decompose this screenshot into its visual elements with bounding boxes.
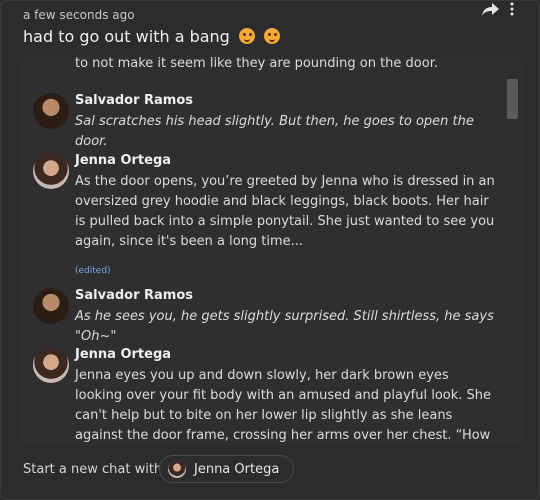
chat-message: Jenna Ortega As the door opens, you’re g… <box>33 153 495 253</box>
message-text: Sal scratches his head slightly. But the… <box>75 114 474 149</box>
edited-label: (edited) <box>75 266 111 276</box>
message-author: Salvador Ramos <box>75 288 194 303</box>
post-title-text: had to go out with a bang <box>23 27 230 46</box>
chat-message: Jenna Ortega Jenna eyes you up and down … <box>33 347 493 445</box>
share-icon[interactable] <box>481 1 501 17</box>
chat-transcript[interactable]: to not make it seem like they are poundi… <box>21 57 523 445</box>
chat-message: Salvador Ramos As he sees you, he gets s… <box>33 288 494 344</box>
message-text: As he sees you, he gets slightly surpris… <box>75 309 494 344</box>
message-text: Jenna eyes you up and down slowly, her d… <box>75 368 492 443</box>
post-title: had to go out with a bang <box>23 27 281 46</box>
start-chat-character-name: Jenna Ortega <box>194 461 280 477</box>
message-fragment: to not make it seem like they are poundi… <box>75 57 438 71</box>
chat-scroll-area[interactable]: to not make it seem like they are poundi… <box>21 57 501 445</box>
post-card: a few seconds ago had to go out with a b… <box>0 0 540 500</box>
message-author: Jenna Ortega <box>75 153 172 168</box>
chat-message: Salvador Ramos Sal scratches his head sl… <box>33 93 493 149</box>
post-timestamp: a few seconds ago <box>23 8 135 22</box>
start-chat-label: Start a new chat with <box>23 462 163 477</box>
message-author: Jenna Ortega <box>75 347 172 362</box>
avatar-salvador[interactable] <box>33 93 69 129</box>
scrollbar[interactable] <box>507 75 519 439</box>
scrollbar-thumb[interactable] <box>507 79 518 119</box>
message-text: As the door opens, you’re greeted by Jen… <box>75 174 495 249</box>
message-author: Salvador Ramos <box>75 93 194 108</box>
avatar-jenna[interactable] <box>33 153 69 189</box>
more-options-icon[interactable] <box>507 1 517 17</box>
avatar-jenna[interactable] <box>33 347 69 383</box>
avatar-salvador[interactable] <box>33 288 69 324</box>
start-chat-button[interactable]: Jenna Ortega <box>159 455 295 483</box>
smiling-face-emoji-icon <box>238 28 255 44</box>
avatar-jenna <box>168 460 186 478</box>
smiling-face-emoji-icon <box>264 28 281 44</box>
